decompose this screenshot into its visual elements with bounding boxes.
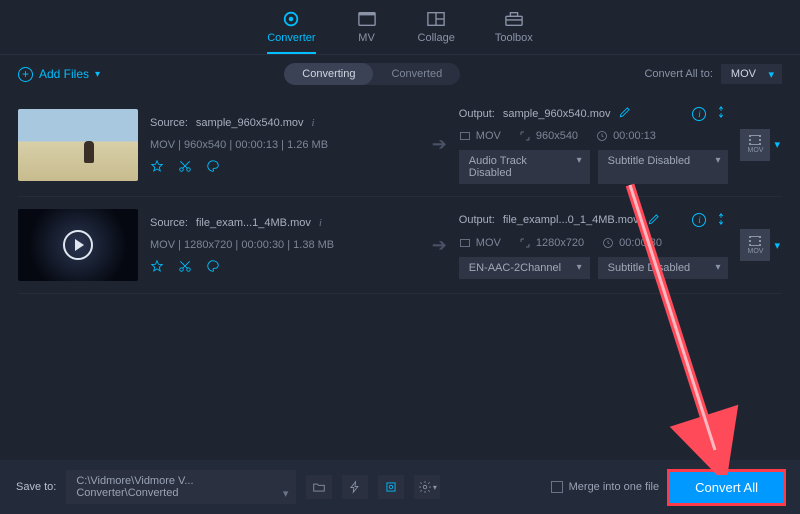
source-label: Source: [150, 117, 188, 129]
tab-converted[interactable]: Converted [373, 63, 460, 85]
info-icon[interactable]: i [312, 117, 315, 129]
output-format-button[interactable]: MOV ▾ [740, 229, 782, 261]
out-duration: 00:00:13 [596, 130, 656, 142]
star-icon[interactable] [150, 159, 164, 173]
tab-label: MV [358, 32, 375, 44]
tab-label: Collage [418, 32, 455, 44]
collage-icon [425, 10, 447, 28]
bottom-bar: Save to: C:\Vidmore\Vidmore V... Convert… [0, 460, 800, 514]
settings-button[interactable]: ▾ [414, 475, 440, 499]
mv-icon [356, 10, 378, 28]
tab-converter[interactable]: Converter [267, 10, 315, 54]
subtitle-select[interactable]: Subtitle Disabled [598, 257, 729, 279]
video-thumbnail[interactable] [18, 209, 138, 281]
top-nav: Converter MV Collage Toolbox [0, 0, 800, 55]
chevron-down-icon: ▾ [95, 69, 100, 80]
tab-label: Toolbox [495, 32, 533, 44]
output-format-button[interactable]: MOV ▾ [740, 129, 782, 161]
video-thumbnail[interactable] [18, 109, 138, 181]
out-format: MOV [459, 130, 501, 142]
source-label: Source: [150, 217, 188, 229]
toolbox-icon [503, 10, 525, 28]
out-duration: 00:00:30 [602, 237, 662, 249]
subtitle-select[interactable]: Subtitle Disabled [598, 150, 729, 184]
high-speed-button[interactable] [378, 475, 404, 499]
tab-collage[interactable]: Collage [418, 10, 455, 54]
cut-icon[interactable] [178, 259, 192, 273]
hardware-accel-button[interactable] [342, 475, 368, 499]
info-circle-icon[interactable]: i [692, 213, 706, 227]
edit-icon[interactable] [647, 212, 661, 229]
tab-mv[interactable]: MV [356, 10, 378, 54]
format-badge: MOV [747, 248, 763, 255]
out-resolution: 960x540 [519, 130, 578, 142]
edit-icon[interactable] [618, 105, 632, 122]
output-column: Output: file_exampl...0_1_4MB.mov i MOV … [459, 212, 729, 279]
out-format: MOV [459, 237, 501, 249]
source-column: Source: file_exam...1_4MB.mov i MOV | 12… [150, 217, 420, 273]
output-column: Output: sample_960x540.mov i MOV 960x540… [459, 105, 729, 184]
cut-icon[interactable] [178, 159, 192, 173]
source-meta: MOV | 960x540 | 00:00:13 | 1.26 MB [150, 139, 420, 151]
star-icon[interactable] [150, 259, 164, 273]
arrow-icon: ➔ [432, 235, 447, 256]
save-to-label: Save to: [16, 481, 56, 493]
tab-converting[interactable]: Converting [284, 63, 373, 85]
source-column: Source: sample_960x540.mov i MOV | 960x5… [150, 117, 420, 173]
convert-all-to-select[interactable]: MOV [721, 64, 782, 84]
plus-icon: + [18, 67, 33, 82]
info-circle-icon[interactable]: i [692, 107, 706, 121]
file-row: Source: file_exam...1_4MB.mov i MOV | 12… [18, 197, 782, 294]
output-filename: sample_960x540.mov [503, 108, 611, 120]
status-tabs: Converting Converted [284, 63, 460, 85]
add-files-button[interactable]: + Add Files ▾ [18, 67, 100, 82]
format-badge: MOV [747, 147, 763, 154]
merge-checkbox[interactable]: Merge into one file [551, 481, 660, 493]
tab-toolbox[interactable]: Toolbox [495, 10, 533, 54]
palette-icon[interactable] [206, 159, 220, 173]
converter-icon [280, 10, 302, 28]
source-filename: file_exam...1_4MB.mov [196, 217, 311, 229]
arrow-icon: ➔ [432, 134, 447, 155]
add-files-label: Add Files [39, 67, 89, 81]
audio-track-select[interactable]: EN-AAC-2Channel [459, 257, 590, 279]
compress-icon[interactable] [714, 105, 728, 122]
info-icon[interactable]: i [319, 217, 322, 229]
out-resolution: 1280x720 [519, 237, 584, 249]
tool-icons [150, 259, 420, 273]
compress-icon[interactable] [714, 212, 728, 229]
tab-label: Converter [267, 32, 315, 44]
palette-icon[interactable] [206, 259, 220, 273]
source-filename: sample_960x540.mov [196, 117, 304, 129]
convert-all-to: Convert All to: MOV [644, 64, 782, 84]
merge-label: Merge into one file [569, 481, 660, 493]
checkbox-icon [551, 481, 563, 493]
convert-all-button[interactable]: Convert All [669, 471, 784, 504]
output-filename: file_exampl...0_1_4MB.mov [503, 214, 639, 226]
chevron-down-icon[interactable]: ▾ [772, 138, 782, 151]
output-label: Output: [459, 108, 495, 120]
open-folder-button[interactable] [306, 475, 332, 499]
save-to-path-select[interactable]: C:\Vidmore\Vidmore V... Converter\Conver… [66, 470, 296, 504]
file-row: Source: sample_960x540.mov i MOV | 960x5… [18, 93, 782, 197]
play-icon [63, 230, 93, 260]
file-list: Source: sample_960x540.mov i MOV | 960x5… [0, 93, 800, 294]
filter-bar: + Add Files ▾ Converting Converted Conve… [0, 55, 800, 93]
output-label: Output: [459, 214, 495, 226]
tool-icons [150, 159, 420, 173]
chevron-down-icon[interactable]: ▾ [772, 239, 782, 252]
source-meta: MOV | 1280x720 | 00:00:30 | 1.38 MB [150, 239, 420, 251]
audio-track-select[interactable]: Audio Track Disabled [459, 150, 590, 184]
convert-all-to-label: Convert All to: [644, 68, 712, 80]
